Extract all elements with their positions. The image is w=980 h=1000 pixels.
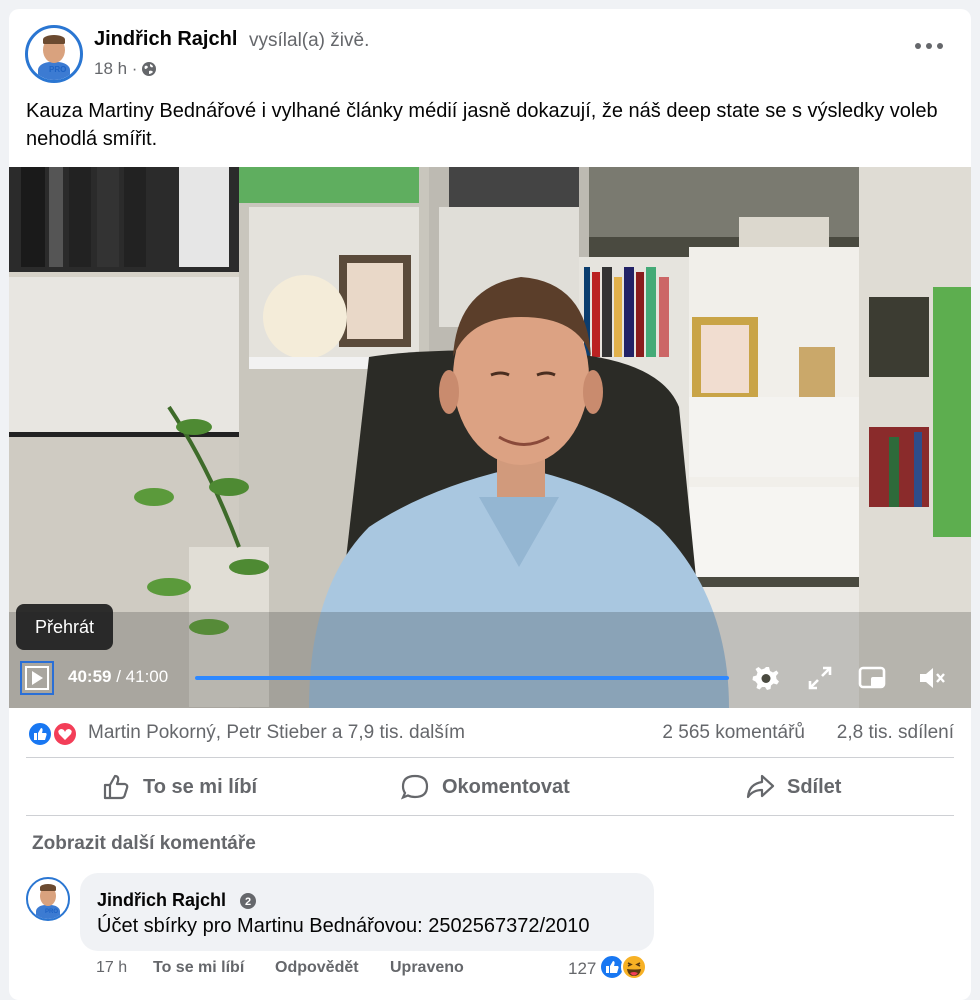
video-controls: 40:59 / 41:00 bbox=[9, 657, 971, 697]
pip-icon[interactable] bbox=[857, 663, 887, 693]
time-separator: / bbox=[111, 667, 126, 686]
comment-reply-button[interactable]: Odpovědět bbox=[275, 959, 359, 977]
comment-author[interactable]: Jindřich Rajchl bbox=[97, 890, 226, 911]
comment-text: Účet sbírky pro Martinu Bednářovou: 2502… bbox=[97, 915, 590, 937]
post-header: PRO Jindřich Rajchl vysílal(a) živě. 18 … bbox=[9, 9, 971, 97]
post-action-text: vysílal(a) živě. bbox=[249, 30, 370, 51]
like-button[interactable]: To se mi líbí bbox=[101, 759, 257, 815]
current-time: 40:59 bbox=[68, 667, 112, 686]
share-button[interactable]: Sdílet bbox=[745, 759, 841, 815]
reaction-names[interactable]: Martin Pokorný, Petr Stieber a 7,9 tis. … bbox=[88, 722, 465, 744]
share-label: Sdílet bbox=[787, 775, 842, 798]
reactions-bar: Martin Pokorný, Petr Stieber a 7,9 tis. … bbox=[9, 709, 971, 757]
video-frame bbox=[9, 167, 971, 708]
like-icon bbox=[27, 721, 53, 747]
post-text: Kauza Martiny Bednářové i vylhané články… bbox=[26, 100, 938, 150]
post-timestamp[interactable]: 18 h · bbox=[94, 59, 157, 79]
author-avatar[interactable]: PRO bbox=[25, 25, 83, 83]
comments-count[interactable]: 2 565 komentářů bbox=[662, 722, 805, 744]
mute-icon[interactable] bbox=[917, 663, 947, 693]
more-options-icon[interactable] bbox=[915, 41, 943, 51]
globe-icon bbox=[142, 62, 157, 76]
post-actions: To se mi líbí Okomentovat Sdílet bbox=[9, 759, 971, 815]
video-player[interactable]: Přehrát 40:59 / 41:00 bbox=[9, 167, 971, 708]
like-icon bbox=[103, 774, 129, 800]
comment-button[interactable]: Okomentovat bbox=[400, 759, 570, 815]
post-author[interactable]: Jindřich Rajchl bbox=[94, 28, 237, 51]
fullscreen-icon[interactable] bbox=[805, 663, 835, 693]
comment-label: Okomentovat bbox=[442, 775, 570, 798]
divider-top bbox=[26, 757, 954, 758]
view-more-comments[interactable]: Zobrazit další komentáře bbox=[32, 833, 256, 855]
comment-edited-label[interactable]: Upraveno bbox=[390, 959, 464, 977]
like-icon bbox=[599, 954, 625, 980]
top-fan-badge-icon[interactable]: 2 bbox=[238, 891, 258, 911]
play-icon bbox=[32, 671, 43, 685]
progress-bar[interactable] bbox=[195, 676, 729, 680]
progress-fill bbox=[195, 676, 729, 680]
divider-bottom bbox=[26, 815, 954, 816]
haha-icon bbox=[621, 954, 647, 980]
svg-text:2: 2 bbox=[245, 896, 251, 908]
play-tooltip: Přehrát bbox=[16, 604, 113, 650]
duration: 41:00 bbox=[125, 667, 169, 686]
comment-like-button[interactable]: To se mi líbí bbox=[153, 959, 244, 977]
comment-time[interactable]: 17 h bbox=[96, 959, 127, 977]
comment-bubble: Jindřich Rajchl 2 Účet sbírky pro Martin… bbox=[80, 873, 654, 951]
video-time: 40:59 / 41:00 bbox=[68, 667, 168, 687]
comment-reaction-count[interactable]: 127 bbox=[568, 959, 596, 979]
share-icon bbox=[746, 774, 775, 799]
comment-icon bbox=[400, 774, 429, 800]
post-time[interactable]: 18 h · bbox=[94, 59, 137, 79]
shares-count[interactable]: 2,8 tis. sdílení bbox=[837, 722, 954, 744]
settings-icon[interactable] bbox=[751, 663, 781, 693]
commenter-avatar[interactable]: PRO bbox=[26, 877, 70, 921]
reaction-icons[interactable] bbox=[27, 721, 81, 747]
comment-reactions[interactable] bbox=[599, 953, 651, 981]
play-button[interactable] bbox=[20, 661, 54, 695]
like-label: To se mi líbí bbox=[143, 775, 258, 798]
love-icon bbox=[52, 721, 78, 747]
post-card: PRO Jindřich Rajchl vysílal(a) živě. 18 … bbox=[9, 9, 971, 1000]
